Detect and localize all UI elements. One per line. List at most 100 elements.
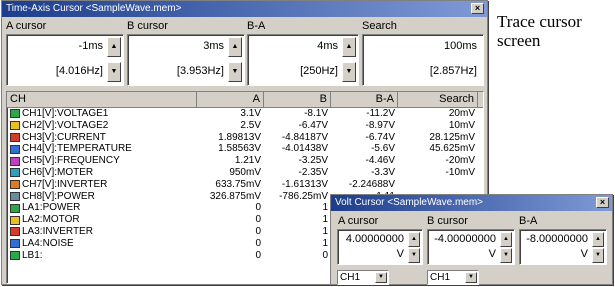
volt-ba-field[interactable]: -8.00000000 V ▲ ▼	[519, 229, 607, 265]
chevron-down-icon[interactable]: ▼	[375, 272, 387, 283]
volt-b-channel-select[interactable]: CH1 ▼	[427, 270, 479, 285]
cell-ba: -2.24688V	[348, 178, 395, 190]
volt-b-unit: V	[488, 248, 496, 260]
cell-search: -10mV	[445, 166, 475, 178]
table-row[interactable]: CH7[V]:INVERTER 633.75mV -1.61313V -2.24688…	[7, 179, 483, 191]
a-spin-down-icon[interactable]: ▼	[107, 62, 121, 82]
b-spin-up-icon[interactable]: ▲	[228, 37, 242, 57]
time-axis-title-bar[interactable]: Time-Axis Cursor <SampleWave.mem> ×	[2, 1, 487, 17]
table-row[interactable]: CH2[V]:VOLTAGE2 2.5V -6.47V -8.97V 10mV	[7, 120, 483, 132]
volt-b-value[interactable]: -4.00000000	[434, 233, 496, 245]
volt-a-label: A cursor	[338, 215, 379, 227]
caption: Trace cursor screen	[497, 12, 582, 50]
volt-ba-down-icon[interactable]: ▼	[592, 248, 604, 263]
cell-b: -1.61313V	[281, 178, 328, 190]
cell-a: 1.89813V	[218, 131, 261, 143]
search-value[interactable]: 100ms	[444, 40, 477, 52]
ba-spin-down-icon[interactable]: ▼	[342, 62, 356, 82]
cell-channel: CH6[V]:MOTER	[7, 167, 197, 179]
table-row[interactable]: CH5[V]:FREQUENCY 1.21V -3.25V -4.46V -20mV	[7, 155, 483, 167]
chevron-down-icon[interactable]: ▼	[465, 272, 477, 283]
volt-a-field[interactable]: 4.00000000 V ▲ ▼	[337, 229, 423, 265]
volt-title-bar[interactable]: Volt Cursor <SampleWave.mem> ×	[331, 195, 612, 211]
col-header-ba[interactable]: B-A	[331, 92, 398, 107]
b-cursor-value[interactable]: 3ms	[203, 40, 224, 52]
cell-ba: -4.46V	[365, 155, 395, 167]
table-row[interactable]: CH3[V]:CURRENT 1.89813V -4.84187V -6.74V 28.…	[7, 132, 483, 144]
channel-color-icon	[10, 121, 20, 131]
close-icon[interactable]: ×	[471, 3, 484, 14]
cell-a: 0	[255, 249, 261, 261]
col-header-ch[interactable]: CH	[7, 92, 197, 107]
cell-a: 0	[255, 225, 261, 237]
table-row[interactable]: CH6[V]:MOTER 950mV -2.35V -3.3V -10mV	[7, 167, 483, 179]
cell-ba: -3.3V	[371, 166, 395, 178]
cell-channel: CH5[V]:FREQUENCY	[7, 155, 197, 167]
ba-label: B-A	[247, 20, 266, 32]
volt-b-channel-value: CH1	[430, 272, 451, 283]
channel-name: CH5[V]:FREQUENCY	[22, 155, 120, 167]
col-header-search[interactable]: Search	[398, 92, 478, 107]
cell-b: -4.01438V	[281, 143, 328, 155]
channel-color-icon	[10, 239, 20, 249]
ba-value[interactable]: 4ms	[317, 40, 338, 52]
a-cursor-label: A cursor	[6, 20, 47, 32]
b-spin-down-icon[interactable]: ▼	[228, 62, 242, 82]
cell-a: 2.5V	[240, 119, 261, 131]
cell-b: -8.1V	[304, 108, 328, 119]
volt-a-channel-value: CH1	[340, 272, 361, 283]
table-row[interactable]: CH1[V]:VOLTAGE1 3.1V -8.1V -11.2V 20mV	[7, 108, 483, 120]
cell-b: -2.35V	[298, 166, 328, 178]
a-cursor-field[interactable]: -1ms [4.016Hz] ▲ ▼	[6, 34, 124, 86]
channel-color-icon	[10, 156, 20, 166]
cell-a: 633.75mV	[215, 178, 261, 190]
cell-channel: LA1:POWER	[7, 202, 197, 214]
col-header-a[interactable]: A	[197, 92, 264, 107]
cell-a: 326.875mV	[209, 190, 261, 202]
cell-a: 0	[255, 202, 261, 214]
a-spin-up-icon[interactable]: ▲	[107, 37, 121, 57]
volt-a-up-icon[interactable]: ▲	[408, 232, 420, 247]
cell-channel: LA3:INVERTER	[7, 226, 197, 238]
volt-ba-value[interactable]: -8.00000000	[526, 233, 588, 245]
cell-a: 950mV	[229, 166, 261, 178]
cell-b: 1	[322, 214, 328, 226]
col-header-b[interactable]: B	[264, 92, 331, 107]
cell-search: 28.125mV	[429, 131, 475, 143]
cell-a: 0	[255, 214, 261, 226]
b-cursor-field[interactable]: 3ms [3.953Hz] ▲ ▼	[127, 34, 245, 86]
ba-spin-up-icon[interactable]: ▲	[342, 37, 356, 57]
volt-window-title: Volt Cursor <SampleWave.mem>	[335, 197, 484, 208]
volt-a-value[interactable]: 4.00000000	[346, 233, 404, 245]
volt-b-up-icon[interactable]: ▲	[500, 232, 512, 247]
cell-search: 45.625mV	[429, 143, 475, 155]
cell-b: 0	[322, 249, 328, 261]
close-icon[interactable]: ×	[596, 197, 609, 208]
volt-a-channel-select[interactable]: CH1 ▼	[337, 270, 389, 285]
window-title: Time-Axis Cursor <SampleWave.mem>	[6, 3, 182, 14]
a-cursor-value[interactable]: -1ms	[79, 40, 103, 52]
volt-cursor-window: Volt Cursor <SampleWave.mem> × A cursor …	[330, 194, 613, 285]
channel-color-icon	[10, 144, 20, 154]
cell-search: 10mV	[448, 119, 475, 131]
volt-a-down-icon[interactable]: ▼	[408, 248, 420, 263]
cell-a: 1.58563V	[218, 143, 261, 155]
channel-name: CH1[V]:VOLTAGE1	[22, 108, 109, 119]
cell-ba: -8.97V	[365, 119, 395, 131]
search-field[interactable]: 100ms [2.857Hz]	[362, 34, 484, 86]
volt-b-down-icon[interactable]: ▼	[500, 248, 512, 263]
cell-a: 1.21V	[234, 155, 261, 167]
cell-channel: LA2:MOTOR	[7, 214, 197, 226]
volt-ba-up-icon[interactable]: ▲	[592, 232, 604, 247]
channel-color-icon	[10, 203, 20, 213]
cell-b: 1	[322, 237, 328, 249]
cell-channel: CH7[V]:INVERTER	[7, 179, 197, 191]
cell-channel: CH2[V]:VOLTAGE2	[7, 120, 197, 132]
cell-ba: -11.2V	[366, 108, 395, 119]
channel-name: LA1:POWER	[22, 202, 81, 214]
table-row[interactable]: CH4[V]:TEMPERATURE 1.58563V -4.01438V -5.6V…	[7, 143, 483, 155]
ba-freq: [250Hz]	[300, 65, 338, 77]
cell-channel: CH8[V]:POWER	[7, 191, 197, 203]
ba-field[interactable]: 4ms [250Hz] ▲ ▼	[247, 34, 359, 86]
volt-b-field[interactable]: -4.00000000 V ▲ ▼	[427, 229, 515, 265]
